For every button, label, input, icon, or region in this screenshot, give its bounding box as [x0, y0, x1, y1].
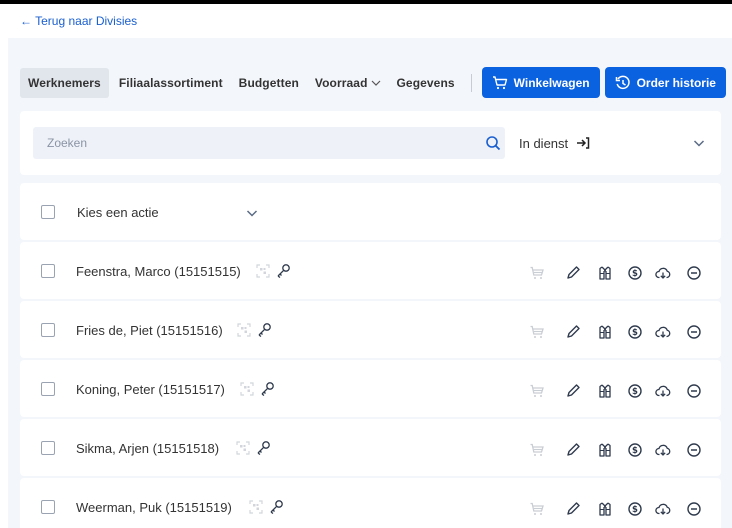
remove-icon[interactable]	[686, 442, 702, 458]
search-field	[33, 127, 505, 159]
chevron-down-icon[interactable]	[246, 208, 258, 218]
svg-text:$: $	[632, 269, 638, 279]
qr-code-icon[interactable]	[236, 441, 250, 455]
budget-icon[interactable]: $	[627, 442, 643, 458]
remove-icon[interactable]	[686, 383, 702, 399]
tab-voorraad-label: Voorraad	[314, 75, 368, 90]
employee-name[interactable]: Feenstra, Marco (15151515)	[76, 264, 241, 279]
remove-icon[interactable]	[686, 265, 702, 281]
clothing-icon[interactable]	[597, 442, 613, 458]
order-history-button[interactable]: Order historie	[604, 67, 726, 98]
pencil-icon[interactable]	[565, 324, 581, 340]
search-card: In dienst	[20, 111, 721, 175]
employee-name[interactable]: Fries de, Piet (15151516)	[76, 323, 223, 338]
svg-text:$: $	[632, 446, 638, 456]
sign-in-icon	[577, 137, 590, 149]
employee-row: Weerman, Puk (15151519) $	[20, 478, 721, 528]
row-checkbox[interactable]	[41, 264, 55, 278]
row-checkbox[interactable]	[41, 382, 55, 396]
chevron-down-icon	[371, 80, 380, 86]
search-input[interactable]	[33, 127, 505, 159]
download-icon[interactable]	[655, 442, 671, 458]
svg-text:$: $	[632, 505, 638, 515]
row-checkbox[interactable]	[41, 500, 55, 514]
history-icon	[615, 75, 630, 89]
nav-divider	[470, 73, 472, 92]
key-icon[interactable]	[269, 499, 284, 515]
qr-code-icon[interactable]	[249, 500, 263, 514]
row-checkbox[interactable]	[41, 441, 55, 455]
qr-code-icon[interactable]	[240, 382, 254, 396]
employee-row: Feenstra, Marco (15151515) $	[20, 242, 721, 299]
bulk-action-select[interactable]: Kies een actie	[77, 205, 159, 220]
bulk-action-card: Kies een actie	[20, 183, 721, 240]
order-history-button-label: Order historie	[636, 75, 716, 90]
tab-budgetten[interactable]: Budgetten	[231, 68, 307, 98]
search-icon[interactable]	[485, 135, 501, 151]
cart-button-label: Winkelwagen	[513, 75, 590, 90]
qr-code-icon[interactable]	[256, 264, 270, 278]
download-icon[interactable]	[655, 324, 671, 340]
tab-voorraad[interactable]: Voorraad	[307, 68, 389, 98]
download-icon[interactable]	[655, 383, 671, 399]
budget-icon[interactable]: $	[627, 383, 643, 399]
cart-icon[interactable]	[529, 501, 545, 517]
clothing-icon[interactable]	[597, 324, 613, 340]
cart-icon[interactable]	[529, 265, 545, 281]
cart-button[interactable]: Winkelwagen	[481, 67, 600, 98]
remove-icon[interactable]	[686, 324, 702, 340]
pencil-icon[interactable]	[565, 442, 581, 458]
tab-gegevens[interactable]: Gegevens	[389, 68, 463, 98]
key-icon[interactable]	[257, 322, 272, 338]
main-nav: Werknemers Filiaalassortiment Budgetten …	[20, 66, 731, 99]
key-icon[interactable]	[256, 440, 271, 456]
employee-row: Sikma, Arjen (15151518) $	[20, 419, 721, 476]
clothing-icon[interactable]	[597, 501, 613, 517]
employee-name[interactable]: Weerman, Puk (15151519)	[76, 500, 232, 515]
budget-icon[interactable]: $	[627, 324, 643, 340]
employee-name[interactable]: Sikma, Arjen (15151518)	[76, 441, 219, 456]
app-frame: ← Terug naar Divisies Werknemers Filiaal…	[0, 4, 732, 528]
cart-icon[interactable]	[529, 442, 545, 458]
remove-icon[interactable]	[686, 501, 702, 517]
budget-icon[interactable]: $	[627, 501, 643, 517]
svg-text:$: $	[632, 328, 638, 338]
chevron-down-icon	[693, 140, 705, 147]
pencil-icon[interactable]	[565, 383, 581, 399]
qr-code-icon[interactable]	[237, 323, 251, 337]
tab-filiaalassortiment[interactable]: Filiaalassortiment	[111, 68, 231, 98]
pencil-icon[interactable]	[565, 501, 581, 517]
employment-status-select[interactable]: In dienst	[519, 127, 709, 159]
budget-icon[interactable]: $	[627, 265, 643, 281]
row-checkbox[interactable]	[41, 323, 55, 337]
key-icon[interactable]	[276, 263, 291, 279]
key-icon[interactable]	[260, 381, 275, 397]
employee-name[interactable]: Koning, Peter (15151517)	[76, 382, 225, 397]
employee-row: Fries de, Piet (15151516) $	[20, 301, 721, 358]
cart-icon	[492, 75, 507, 89]
top-bar: ← Terug naar Divisies	[8, 4, 732, 38]
pencil-icon[interactable]	[565, 265, 581, 281]
tab-werknemers[interactable]: Werknemers	[20, 67, 109, 98]
download-icon[interactable]	[655, 265, 671, 281]
employee-row: Koning, Peter (15151517) $	[20, 360, 721, 417]
clothing-icon[interactable]	[597, 265, 613, 281]
download-icon[interactable]	[655, 501, 671, 517]
svg-text:$: $	[632, 387, 638, 397]
cart-icon[interactable]	[529, 324, 545, 340]
clothing-icon[interactable]	[597, 383, 613, 399]
status-select-value: In dienst	[519, 135, 569, 151]
select-all-checkbox[interactable]	[41, 205, 55, 219]
cart-icon[interactable]	[529, 383, 545, 399]
back-to-divisions-link[interactable]: ← Terug naar Divisies	[20, 14, 137, 28]
